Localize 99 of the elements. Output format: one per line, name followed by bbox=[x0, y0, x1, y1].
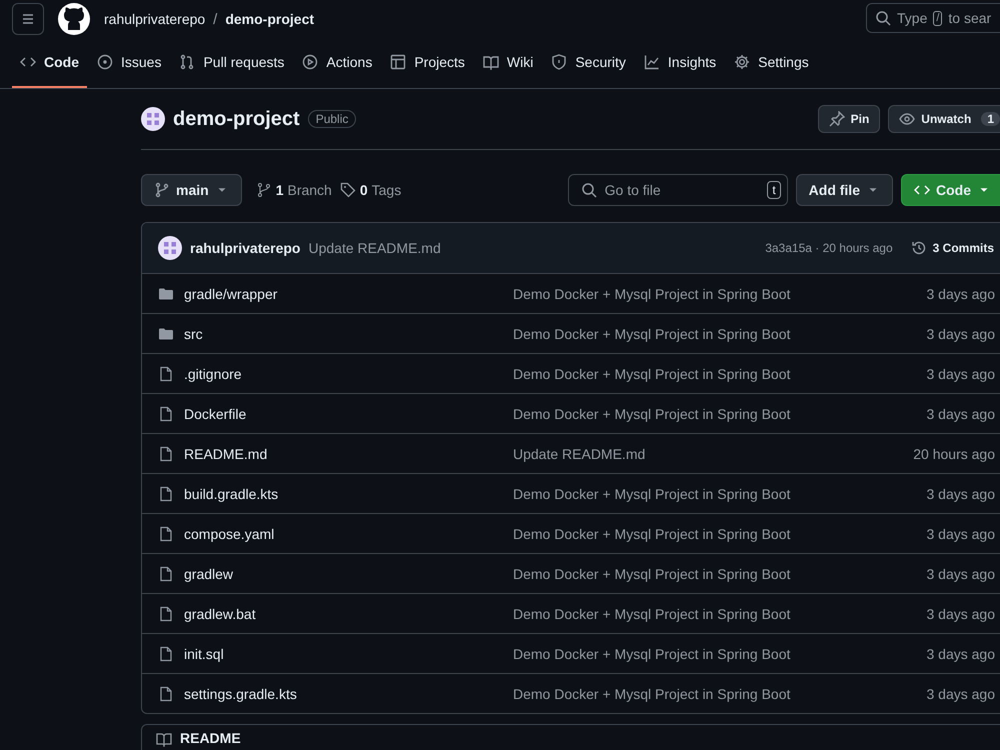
nav-tab[interactable]: Issues bbox=[89, 38, 170, 88]
field-hint: Go to file bbox=[604, 182, 662, 198]
owner-link[interactable]: rahulprivaterepo bbox=[104, 11, 206, 27]
shield-icon bbox=[551, 54, 568, 70]
go-to-file-field[interactable]: Go to file t bbox=[568, 174, 788, 206]
branch-icon bbox=[154, 182, 170, 198]
commit-time: 3 days ago bbox=[926, 486, 995, 502]
watch-count: 1 bbox=[981, 112, 1000, 126]
file-name-link[interactable]: settings.gradle.kts bbox=[184, 686, 507, 702]
commit-time: 3 days ago bbox=[926, 366, 995, 382]
file-name-link[interactable]: README.md bbox=[184, 446, 507, 462]
search-hint: Type bbox=[897, 10, 928, 26]
commit-time: 3 days ago bbox=[926, 566, 995, 582]
search-icon bbox=[580, 182, 597, 198]
nav-tab[interactable]: Insights bbox=[636, 38, 724, 88]
search-field[interactable]: Type / to sear bbox=[866, 3, 1000, 33]
nav-tab[interactable]: Pull requests bbox=[171, 38, 292, 88]
file-icon bbox=[158, 486, 174, 502]
file-name-link[interactable]: build.gradle.kts bbox=[184, 486, 507, 502]
book-icon bbox=[482, 54, 499, 70]
nav-tab[interactable]: Security bbox=[543, 38, 634, 88]
branch-button[interactable]: main bbox=[141, 174, 242, 206]
book-icon bbox=[156, 731, 172, 747]
nav-tab[interactable]: Projects bbox=[382, 38, 473, 88]
history-icon bbox=[910, 240, 927, 256]
commit-message-link[interactable]: Demo Docker + Mysql Project in Spring Boot bbox=[513, 686, 920, 702]
tags-link[interactable]: 0 Tags bbox=[340, 182, 402, 198]
commit-message-link[interactable]: Demo Docker + Mysql Project in Spring Boot bbox=[513, 566, 920, 582]
commit-message-link[interactable]: Demo Docker + Mysql Project in Spring Boot bbox=[513, 526, 920, 542]
search-hint: to sear bbox=[948, 10, 992, 26]
search-icon bbox=[875, 10, 891, 26]
tag-icon bbox=[340, 182, 356, 198]
readme-title: README bbox=[180, 731, 241, 745]
issue-icon bbox=[97, 54, 113, 70]
commit-time: 3 days ago bbox=[926, 406, 995, 422]
file-icon bbox=[158, 566, 174, 582]
repo-link[interactable]: demo-project bbox=[225, 11, 314, 27]
commit-message-link[interactable]: Demo Docker + Mysql Project in Spring Boot bbox=[513, 366, 920, 382]
play-icon bbox=[302, 54, 318, 70]
file-name-link[interactable]: Dockerfile bbox=[184, 406, 507, 422]
file-name-link[interactable]: gradlew.bat bbox=[184, 606, 507, 622]
shortcut-key: / bbox=[933, 10, 942, 26]
file-name-link[interactable]: .gitignore bbox=[184, 366, 507, 382]
commit-time: 3 days ago bbox=[926, 606, 995, 622]
commit-message-link[interactable]: Demo Docker + Mysql Project in Spring Boot bbox=[513, 286, 920, 302]
repo-title: demo-project bbox=[173, 108, 300, 130]
settings-icon bbox=[734, 54, 750, 70]
commit-message-link[interactable]: Update README.md bbox=[513, 446, 908, 462]
commit-time: 3 days ago bbox=[926, 286, 995, 302]
table-icon bbox=[390, 54, 406, 70]
octocat-logo-icon[interactable] bbox=[58, 3, 90, 35]
eye-icon bbox=[899, 111, 916, 127]
file-icon bbox=[158, 646, 174, 662]
commit-info[interactable]: 3a3a15a · 20 hours ago bbox=[765, 241, 893, 255]
nav-tab[interactable]: Wiki bbox=[474, 38, 542, 88]
branches-link[interactable]: 1 Branch bbox=[256, 182, 332, 198]
file-icon bbox=[158, 526, 174, 542]
nav-tab[interactable]: Settings bbox=[726, 38, 817, 88]
avatar-icon bbox=[141, 107, 165, 131]
file-icon bbox=[158, 406, 174, 422]
graph-icon bbox=[644, 54, 660, 70]
commit-message[interactable]: Update README.md bbox=[308, 240, 441, 256]
commit-message-link[interactable]: Demo Docker + Mysql Project in Spring Boot bbox=[513, 646, 920, 662]
commit-time: 3 days ago bbox=[926, 526, 995, 542]
folder-icon bbox=[158, 286, 174, 302]
commit-message-link[interactable]: Demo Docker + Mysql Project in Spring Boot bbox=[513, 486, 920, 502]
unwatch-button[interactable]: Unwatch 1 bbox=[888, 105, 1000, 133]
menu-button[interactable] bbox=[12, 3, 44, 35]
commit-message-link[interactable]: Demo Docker + Mysql Project in Spring Boot bbox=[513, 406, 920, 422]
folder-icon bbox=[158, 326, 174, 342]
pin-button[interactable]: Pin bbox=[818, 105, 880, 133]
visibility-label: Public bbox=[308, 110, 356, 128]
pull-request-icon bbox=[179, 54, 196, 70]
avatar-icon bbox=[158, 236, 182, 260]
file-icon bbox=[158, 446, 174, 462]
file-icon bbox=[158, 686, 174, 702]
file-name-link[interactable]: src bbox=[184, 326, 507, 342]
commit-time: 3 days ago bbox=[926, 686, 995, 702]
nav-tab[interactable]: Code bbox=[12, 38, 87, 88]
pin-icon bbox=[828, 111, 845, 127]
shortcut-key: t bbox=[767, 181, 781, 199]
file-name-link[interactable]: gradle/wrapper bbox=[184, 286, 507, 302]
file-icon bbox=[158, 606, 174, 622]
add-file-button[interactable]: Add file bbox=[796, 174, 893, 206]
commits-link[interactable]: 3 Commits bbox=[910, 240, 994, 256]
commit-time: 3 days ago bbox=[926, 326, 995, 342]
author-link[interactable]: rahulprivaterepo bbox=[190, 240, 300, 256]
commit-message-link[interactable]: Demo Docker + Mysql Project in Spring Boot bbox=[513, 326, 920, 342]
file-name-link[interactable]: init.sql bbox=[184, 646, 507, 662]
commit-time: 20 hours ago bbox=[913, 446, 995, 462]
breadcrumb-separator: / bbox=[213, 10, 218, 28]
commit-time: 3 days ago bbox=[926, 646, 995, 662]
commit-message-link[interactable]: Demo Docker + Mysql Project in Spring Boot bbox=[513, 606, 920, 622]
file-name-link[interactable]: compose.yaml bbox=[184, 526, 507, 542]
branch-icon bbox=[256, 182, 272, 198]
code-button[interactable]: Code bbox=[901, 174, 1000, 206]
file-icon bbox=[158, 366, 174, 382]
file-name-link[interactable]: gradlew bbox=[184, 566, 507, 582]
nav-tab[interactable]: Actions bbox=[294, 38, 380, 88]
